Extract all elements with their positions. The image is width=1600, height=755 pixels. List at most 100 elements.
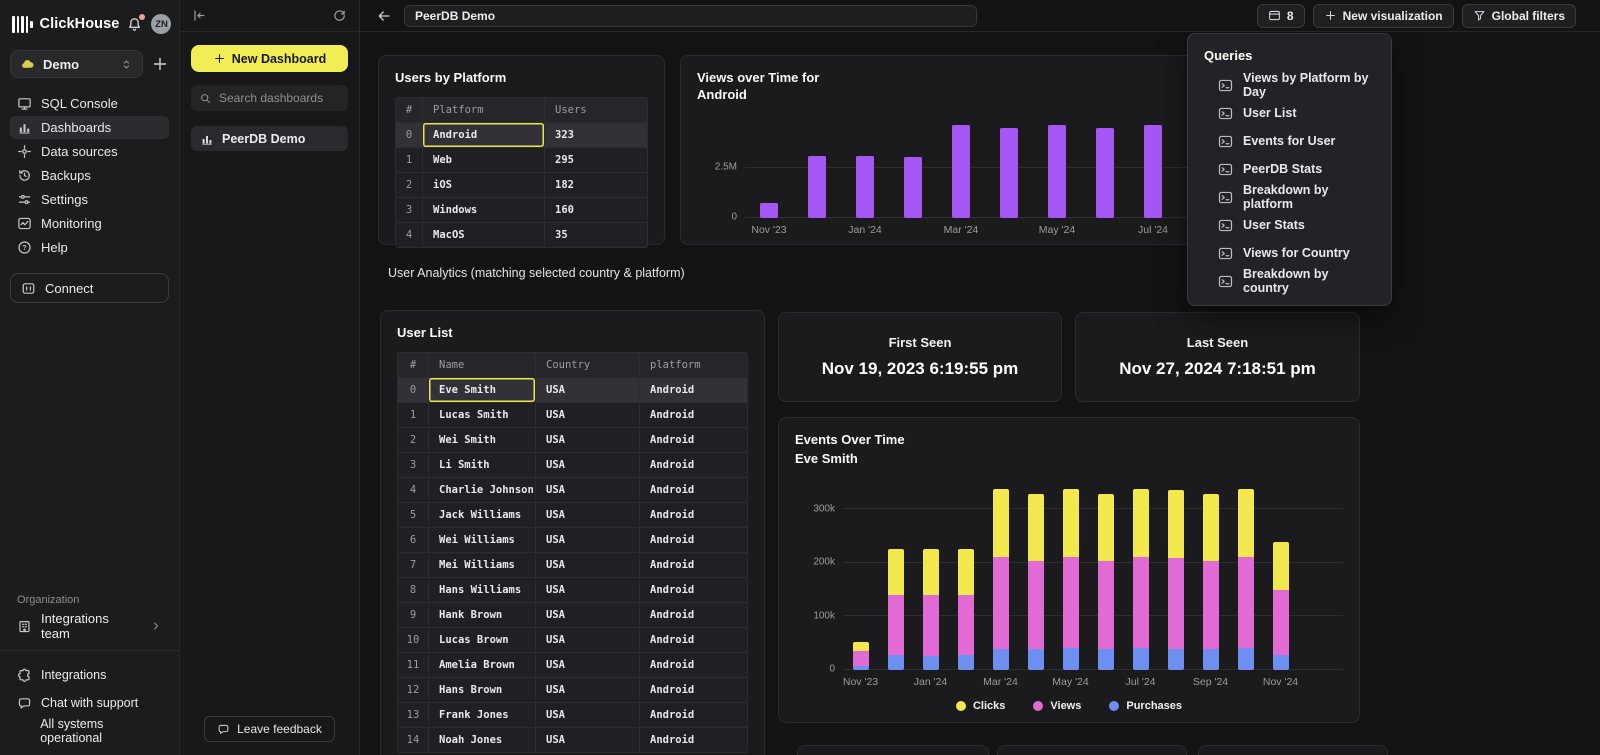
table-cell[interactable]: Wei Smith xyxy=(428,428,535,452)
table-cell[interactable]: USA xyxy=(535,453,639,477)
global-filters-button[interactable]: Global filters xyxy=(1462,4,1576,28)
table-cell[interactable]: 1 xyxy=(396,148,422,172)
table-cell[interactable]: Lucas Brown xyxy=(428,628,535,652)
table-row[interactable]: 11Amelia BrownUSAAndroid xyxy=(398,652,747,677)
sidebar-footer-item-chat-with-support[interactable]: Chat with support xyxy=(10,691,169,715)
org-selector[interactable]: Demo xyxy=(10,50,143,78)
table-cell[interactable]: Hans Brown xyxy=(428,678,535,702)
table-cell[interactable]: Amelia Brown xyxy=(428,653,535,677)
table-cell[interactable]: 7 xyxy=(398,553,428,577)
query-menu-item[interactable]: PeerDB Stats xyxy=(1188,155,1391,183)
search-dashboards-input[interactable] xyxy=(219,91,340,105)
table-cell[interactable]: 6 xyxy=(398,528,428,552)
table-cell[interactable]: USA xyxy=(535,578,639,602)
table-row[interactable]: 2Wei SmithUSAAndroid xyxy=(398,427,747,452)
table-cell[interactable]: 8 xyxy=(398,578,428,602)
table-cell[interactable]: USA xyxy=(535,528,639,552)
avatar[interactable]: ZN xyxy=(151,14,171,34)
collapse-panel-icon[interactable] xyxy=(192,8,207,23)
table-cell[interactable]: 295 xyxy=(544,148,647,172)
table-cell[interactable]: USA xyxy=(535,503,639,527)
legend-item-purchases[interactable]: Purchases xyxy=(1109,700,1182,712)
table-row[interactable]: 5Jack WilliamsUSAAndroid xyxy=(398,502,747,527)
table-row[interactable]: 6Wei WilliamsUSAAndroid xyxy=(398,527,747,552)
table-cell[interactable]: USA xyxy=(535,378,639,402)
table-cell[interactable]: Li Smith xyxy=(428,453,535,477)
table-row[interactable]: 4Charlie JohnsonUSAAndroid xyxy=(398,477,747,502)
table-row[interactable]: 13Frank JonesUSAAndroid xyxy=(398,702,747,727)
table-cell[interactable]: 11 xyxy=(398,653,428,677)
table-cell[interactable]: Android xyxy=(639,628,747,652)
table-row[interactable]: 9Hank BrownUSAAndroid xyxy=(398,602,747,627)
dashboard-list-item[interactable]: PeerDB Demo xyxy=(191,126,348,151)
sidebar-item-data-sources[interactable]: Data sources xyxy=(10,140,169,163)
table-cell[interactable]: Web xyxy=(422,148,544,172)
table-row[interactable]: 7Mei WilliamsUSAAndroid xyxy=(398,552,747,577)
table-row[interactable]: 10Lucas BrownUSAAndroid xyxy=(398,627,747,652)
table-cell[interactable]: 35 xyxy=(544,223,647,247)
table-cell[interactable]: Hans Williams xyxy=(428,578,535,602)
dashboard-title-input[interactable] xyxy=(404,5,977,27)
table-cell[interactable]: USA xyxy=(535,553,639,577)
query-menu-item[interactable]: Breakdown by platform xyxy=(1188,183,1391,211)
table-cell[interactable]: 3 xyxy=(396,198,422,222)
table-cell[interactable]: USA xyxy=(535,428,639,452)
sidebar-item-backups[interactable]: Backups xyxy=(10,164,169,187)
table-row[interactable]: 14Noah JonesUSAAndroid xyxy=(398,727,747,752)
table-cell[interactable]: Android xyxy=(639,528,747,552)
legend-item-clicks[interactable]: Clicks xyxy=(956,700,1005,712)
sidebar-item-sql-console[interactable]: SQL Console xyxy=(10,92,169,115)
table-cell[interactable]: USA xyxy=(535,603,639,627)
sidebar-item-dashboards[interactable]: Dashboards xyxy=(10,116,169,139)
sidebar-item-settings[interactable]: Settings xyxy=(10,188,169,211)
table-cell[interactable]: Charlie Johnson xyxy=(428,478,535,502)
table-cell[interactable]: USA xyxy=(535,678,639,702)
table-cell[interactable]: 5 xyxy=(398,503,428,527)
query-menu-item[interactable]: User Stats xyxy=(1188,211,1391,239)
table-cell[interactable]: Lucas Smith xyxy=(428,403,535,427)
table-cell[interactable]: Wei Williams xyxy=(428,528,535,552)
query-menu-item[interactable]: User List xyxy=(1188,99,1391,127)
legend-item-views[interactable]: Views xyxy=(1033,700,1081,712)
table-cell[interactable]: 182 xyxy=(544,173,647,197)
table-row[interactable]: 2iOS182 xyxy=(396,172,647,197)
table-cell[interactable]: 3 xyxy=(398,453,428,477)
new-visualization-button[interactable]: New visualization xyxy=(1313,4,1454,28)
table-cell[interactable]: Windows xyxy=(422,198,544,222)
table-cell[interactable]: USA xyxy=(535,728,639,752)
table-cell[interactable]: Android xyxy=(639,403,747,427)
table-cell[interactable]: 0 xyxy=(396,123,422,147)
sidebar-item-help[interactable]: ?Help xyxy=(10,236,169,259)
table-cell[interactable]: 2 xyxy=(398,428,428,452)
table-cell[interactable]: 14 xyxy=(398,728,428,752)
sidebar-item-integrations-team[interactable]: Integrations team xyxy=(10,614,169,638)
table-row[interactable]: 3Windows160 xyxy=(396,197,647,222)
table-row[interactable]: 0Eve SmithUSAAndroid xyxy=(398,377,747,402)
table-row[interactable]: 4MacOS35 xyxy=(396,222,647,247)
table-cell[interactable]: Mei Williams xyxy=(428,553,535,577)
table-row[interactable]: 12Hans BrownUSAAndroid xyxy=(398,677,747,702)
table-cell[interactable]: Android xyxy=(639,453,747,477)
table-cell[interactable]: Android xyxy=(639,703,747,727)
table-cell[interactable]: iOS xyxy=(422,173,544,197)
table-cell[interactable]: USA xyxy=(535,478,639,502)
table-cell[interactable]: Android xyxy=(639,553,747,577)
table-cell[interactable]: Android xyxy=(639,503,747,527)
table-cell[interactable]: 4 xyxy=(398,478,428,502)
table-cell[interactable]: Noah Jones xyxy=(428,728,535,752)
connect-button[interactable]: Connect xyxy=(10,273,169,303)
table-cell[interactable]: USA xyxy=(535,703,639,727)
table-cell[interactable]: Android xyxy=(639,728,747,752)
table-cell[interactable]: 2 xyxy=(396,173,422,197)
table-cell[interactable]: Android xyxy=(639,653,747,677)
table-cell[interactable]: 1 xyxy=(398,403,428,427)
table-cell[interactable]: 4 xyxy=(396,223,422,247)
query-menu-item[interactable]: Breakdown by country xyxy=(1188,267,1391,295)
table-cell[interactable]: Eve Smith xyxy=(428,378,535,402)
table-cell[interactable]: 12 xyxy=(398,678,428,702)
table-cell[interactable]: Jack Williams xyxy=(428,503,535,527)
table-cell[interactable]: Android xyxy=(639,603,747,627)
table-row[interactable]: 1Web295 xyxy=(396,147,647,172)
new-dashboard-button[interactable]: New Dashboard xyxy=(191,45,348,72)
table-cell[interactable]: MacOS xyxy=(422,223,544,247)
